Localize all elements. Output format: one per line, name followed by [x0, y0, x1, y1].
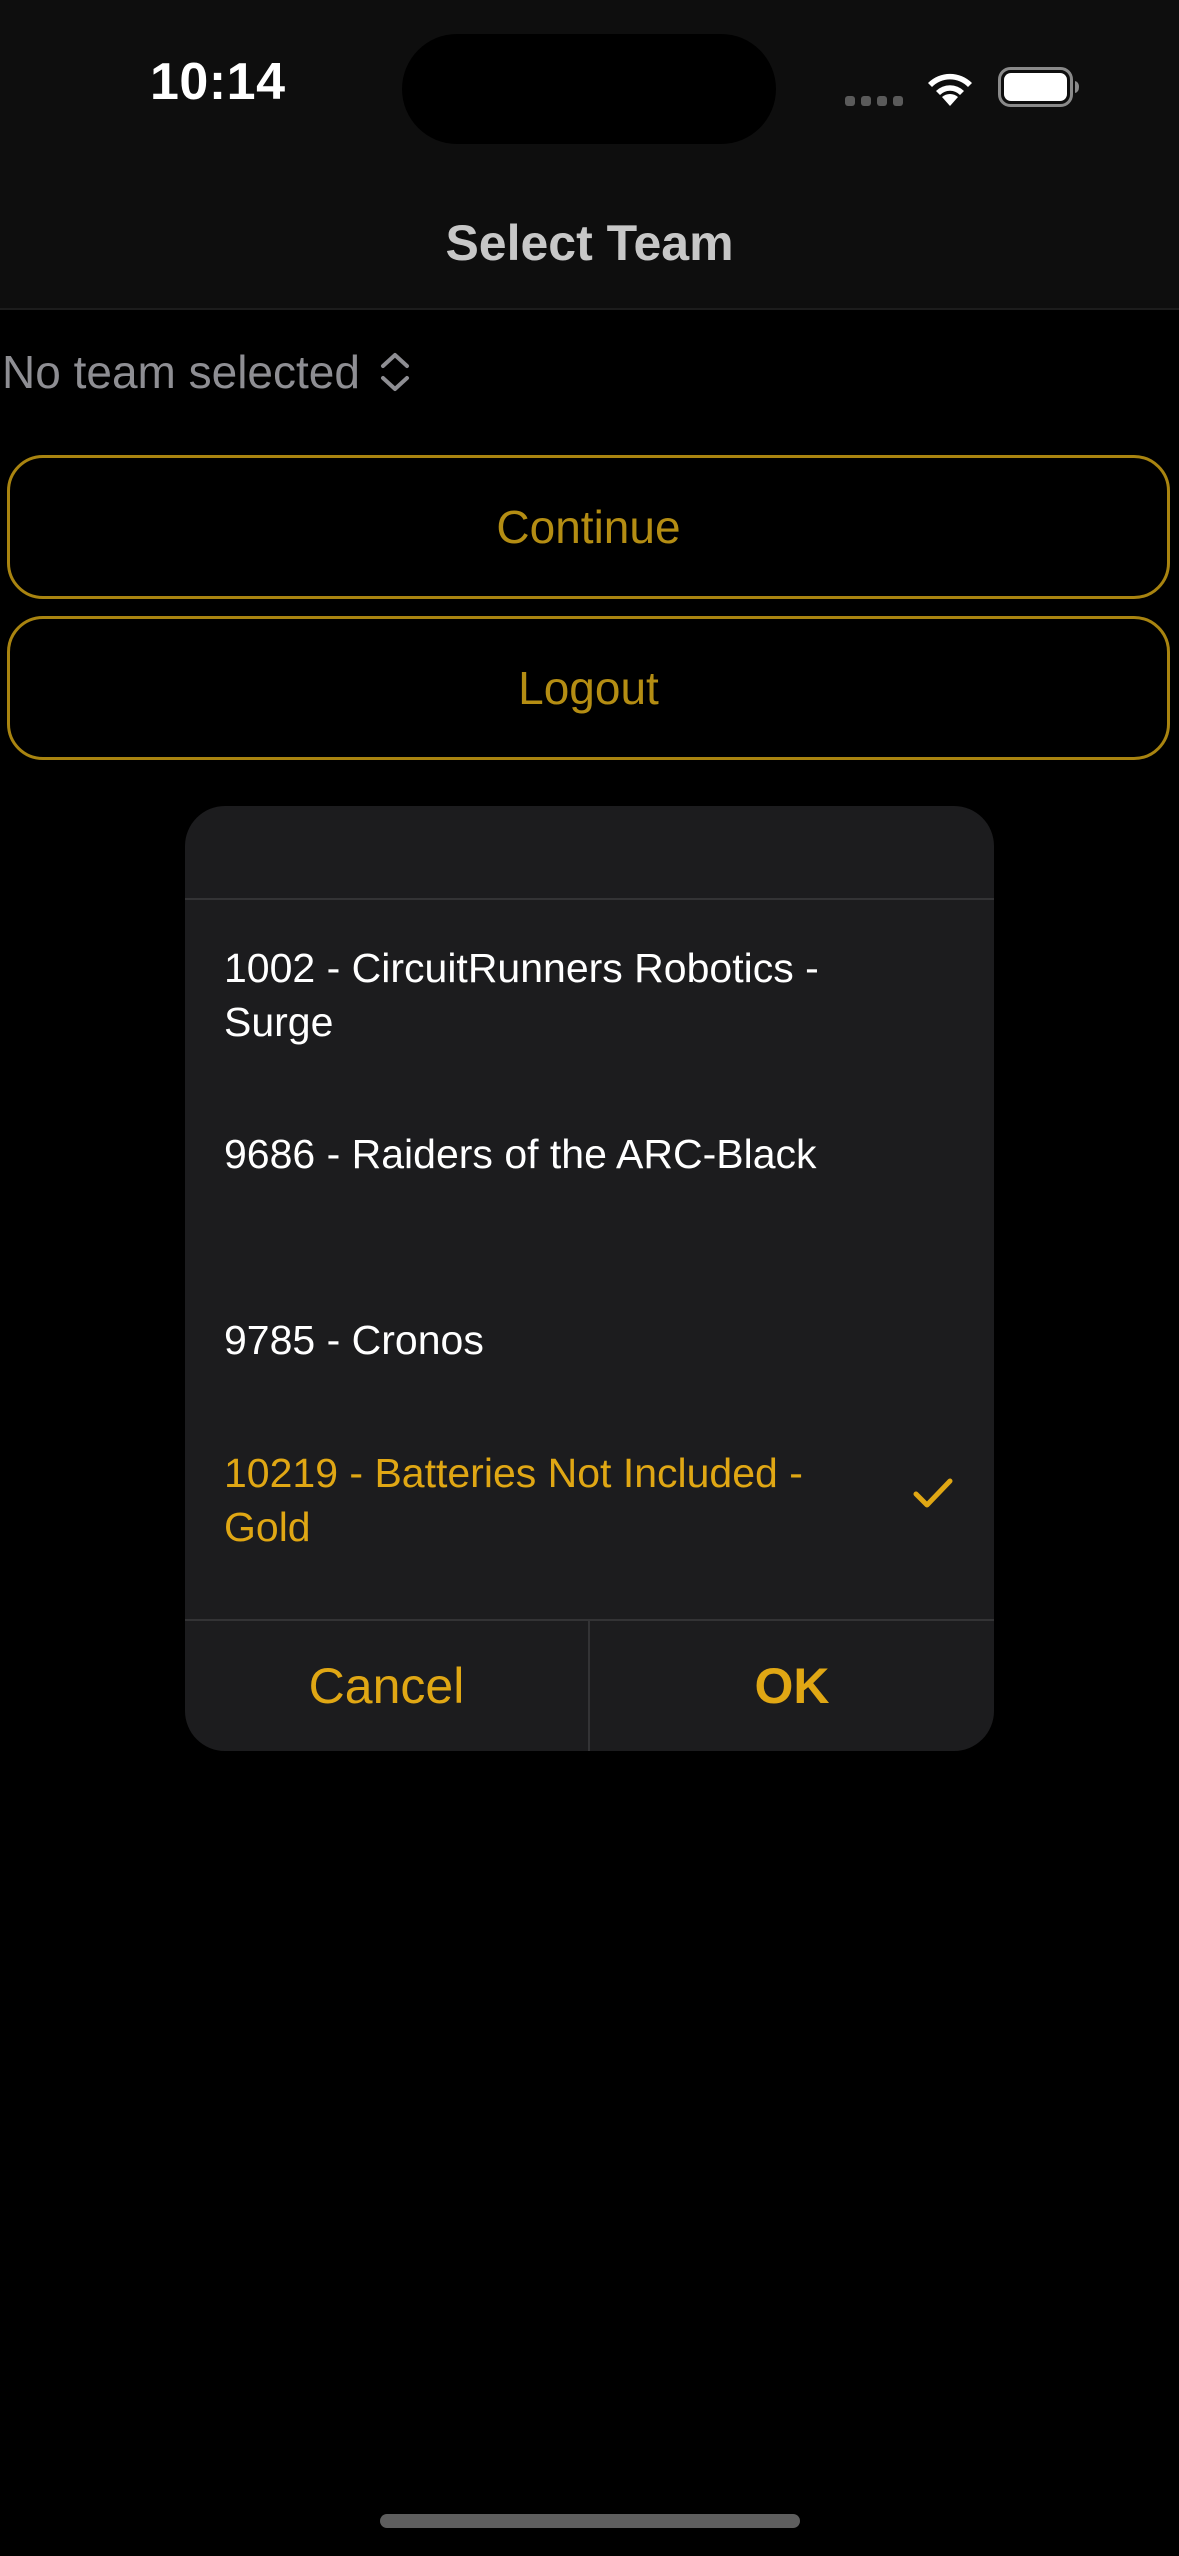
nav-divider — [0, 308, 1179, 310]
status-time: 10:14 — [150, 53, 286, 111]
team-option-label: 9686 - Raiders of the ARC-Black — [224, 1131, 817, 1177]
logout-button[interactable]: Logout — [7, 616, 1170, 760]
wifi-icon — [928, 73, 972, 106]
dynamic-island — [402, 34, 776, 144]
chevron-up-down-icon — [380, 353, 409, 391]
dialog-header-divider — [185, 898, 994, 900]
team-option[interactable]: 1002 - CircuitRunners Robotics - Surge — [224, 941, 994, 1049]
dialog-title — [185, 806, 994, 898]
team-option[interactable]: 9686 - Raiders of the ARC-Black — [224, 1127, 994, 1181]
team-option-selected[interactable]: 10219 - Batteries Not Included - Gold — [224, 1446, 994, 1554]
cellular-signal-icon — [845, 96, 905, 106]
team-picker[interactable]: No team selected — [2, 345, 412, 399]
checkmark-icon — [913, 1478, 953, 1508]
continue-button[interactable]: Continue — [7, 455, 1170, 599]
battery-icon — [998, 67, 1079, 107]
team-option-label: 1002 - CircuitRunners Robotics - Surge — [224, 945, 819, 1045]
team-select-dialog: 1002 - CircuitRunners Robotics - Surge 9… — [185, 806, 994, 1751]
cancel-button[interactable]: Cancel — [185, 1621, 588, 1751]
team-picker-value: No team selected — [2, 346, 360, 398]
home-indicator[interactable] — [380, 2514, 800, 2528]
page-title: Select Team — [445, 215, 734, 271]
team-option-label: 10219 - Batteries Not Included - Gold — [224, 1450, 803, 1550]
ok-button[interactable]: OK — [590, 1621, 994, 1751]
team-option[interactable]: 9785 - Cronos — [224, 1313, 994, 1367]
team-option-label: 9785 - Cronos — [224, 1317, 484, 1363]
